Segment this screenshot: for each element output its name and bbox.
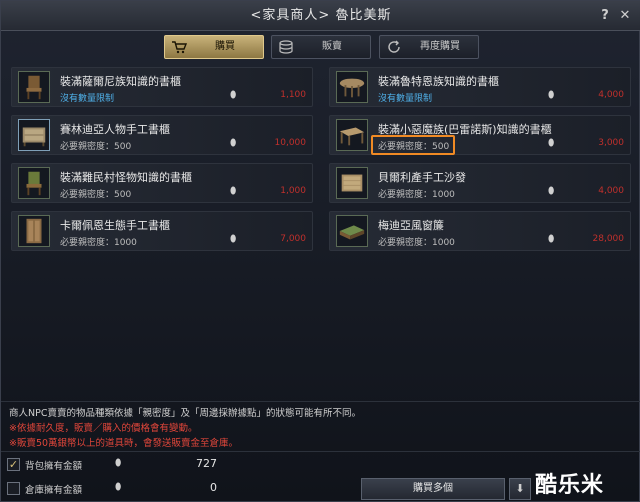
warehouse-funds-label: 倉庫擁有金額 <box>25 485 83 496</box>
item-requirement: 沒有數量限制 <box>378 94 433 104</box>
item-price: 28,000 <box>592 234 625 244</box>
item-name: 裝滿難民村怪物知識的書櫃 <box>60 171 192 184</box>
item-price: 1,100 <box>280 90 306 100</box>
window-title: <家具商人> 魯比美斯 <box>250 8 392 23</box>
list-item[interactable]: 賽林迪亞人物手工書櫃 必要親密度：500 ⬮ 10,000 <box>11 115 313 155</box>
watermark-logo: 酷乐米 <box>535 473 605 498</box>
tab-buy[interactable]: 購買 <box>164 35 264 59</box>
silver-coin-icon: ⬮ <box>230 138 237 149</box>
list-item[interactable]: 貝爾利產手工沙發 必要親密度：1000 ⬮ 4,000 <box>329 163 631 203</box>
bag-funds-checkbox[interactable]: ✓ <box>7 458 20 471</box>
tab-rebuy-label: 再度購買 <box>420 41 460 52</box>
item-requirement: 必要親密度：1000 <box>378 238 455 248</box>
item-price: 4,000 <box>598 186 624 196</box>
item-price: 10,000 <box>274 138 307 148</box>
download-arrow-icon[interactable]: ⬇ <box>509 478 531 500</box>
item-name: 裝滿薩爾尼族知識的書櫃 <box>60 75 181 88</box>
list-item[interactable]: 卡爾佩恩生態手工書櫃 必要親密度：1000 ⬮ 7,000 <box>11 211 313 251</box>
title-bar[interactable]: <家具商人> 魯比美斯 ? ✕ <box>1 1 640 31</box>
item-name: 梅迪亞風窗簾 <box>378 219 444 232</box>
desk-icon <box>336 119 368 151</box>
bag-funds-value: 727 <box>196 457 217 470</box>
wardrobe-icon <box>18 215 50 247</box>
notice-warning-warehouse: ※販賣50萬銀幣以上的道具時，會發送販賣金至倉庫。 <box>9 438 239 449</box>
item-requirement: 必要親密度：500 <box>378 142 450 152</box>
item-name: 卡爾佩恩生態手工書櫃 <box>60 219 170 232</box>
notice-warning-durability: ※依據耐久度，販賣／購入的價格會有變動。 <box>9 423 198 434</box>
item-requirement: 必要親密度：1000 <box>60 238 137 248</box>
silver-coin-icon: ⬮ <box>230 90 237 101</box>
item-name: 裝滿小惡魔族(巴雷諾斯)知識的書櫃 <box>378 123 552 136</box>
bed-icon <box>336 215 368 247</box>
bag-funds-row: ✓ 背包擁有金額 ⬮ 727 <box>7 456 217 474</box>
refresh-icon <box>388 40 400 53</box>
item-requirement: 必要親密度：1000 <box>378 190 455 200</box>
tab-sell-label: 販賣 <box>322 41 342 52</box>
silver-coin-icon: ⬮ <box>230 234 237 245</box>
notice-panel: 商人NPC賣賣的物品種類依據「親密度」及「周邊採辦據點」的狀態可能有所不同。 ※… <box>1 401 640 451</box>
list-item[interactable]: 裝滿小惡魔族(巴雷諾斯)知識的書櫃 必要親密度：500 ⬮ 3,000 <box>329 115 631 155</box>
item-name: 賽林迪亞人物手工書櫃 <box>60 123 170 136</box>
warehouse-funds-value: 0 <box>210 481 217 494</box>
item-price: 4,000 <box>598 90 624 100</box>
cart-icon <box>172 41 187 54</box>
help-button[interactable]: ? <box>597 8 613 24</box>
coins-icon <box>279 40 293 54</box>
warehouse-funds-row: 倉庫擁有金額 ⬮ 0 <box>7 480 217 498</box>
tab-sell[interactable]: 販賣 <box>271 35 371 59</box>
dresser-icon <box>336 167 368 199</box>
item-name: 裝滿魯特恩族知識的書櫃 <box>378 75 499 88</box>
item-price: 3,000 <box>598 138 624 148</box>
round-table-icon <box>336 71 368 103</box>
bag-funds-label: 背包擁有金額 <box>25 461 83 472</box>
tab-bar: 購買 販賣 再度購買 <box>1 33 640 63</box>
silver-coin-icon: ⬮ <box>548 138 555 149</box>
list-item[interactable]: 裝滿魯特恩族知識的書櫃 沒有數量限制 ⬮ 4,000 <box>329 67 631 107</box>
merchant-window: <家具商人> 魯比美斯 ? ✕ 購買 販賣 再度購買 裝滿薩爾尼族知識的書櫃 沒… <box>0 0 640 502</box>
chair-icon <box>18 167 50 199</box>
list-item[interactable]: 裝滿薩爾尼族知識的書櫃 沒有數量限制 ⬮ 1,100 <box>11 67 313 107</box>
item-requirement: 必要親密度：500 <box>60 142 132 152</box>
silver-coin-icon: ⬮ <box>115 458 122 469</box>
cabinet-icon <box>18 119 50 151</box>
tab-buy-label: 購買 <box>215 41 235 52</box>
item-price: 7,000 <box>280 234 306 244</box>
buy-multiple-button[interactable]: 購買多個 <box>361 478 505 500</box>
notice-info: 商人NPC賣賣的物品種類依據「親密度」及「周邊採辦據點」的狀態可能有所不同。 <box>9 408 361 419</box>
chair-icon <box>18 71 50 103</box>
silver-coin-icon: ⬮ <box>230 186 237 197</box>
silver-coin-icon: ⬮ <box>115 482 122 493</box>
item-price: 1,000 <box>280 186 306 196</box>
item-requirement: 沒有數量限制 <box>60 94 115 104</box>
tab-rebuy[interactable]: 再度購買 <box>379 35 479 59</box>
close-button[interactable]: ✕ <box>617 8 633 24</box>
item-name: 貝爾利產手工沙發 <box>378 171 466 184</box>
silver-coin-icon: ⬮ <box>548 234 555 245</box>
silver-coin-icon: ⬮ <box>548 186 555 197</box>
item-requirement: 必要親密度：500 <box>60 190 132 200</box>
silver-coin-icon: ⬮ <box>548 90 555 101</box>
item-list: 裝滿薩爾尼族知識的書櫃 沒有數量限制 ⬮ 1,100 裝滿魯特恩族知識的書櫃 沒… <box>11 67 631 397</box>
list-item[interactable]: 梅迪亞風窗簾 必要親密度：1000 ⬮ 28,000 <box>329 211 631 251</box>
warehouse-funds-checkbox[interactable] <box>7 482 20 495</box>
list-item[interactable]: 裝滿難民村怪物知識的書櫃 必要親密度：500 ⬮ 1,000 <box>11 163 313 203</box>
